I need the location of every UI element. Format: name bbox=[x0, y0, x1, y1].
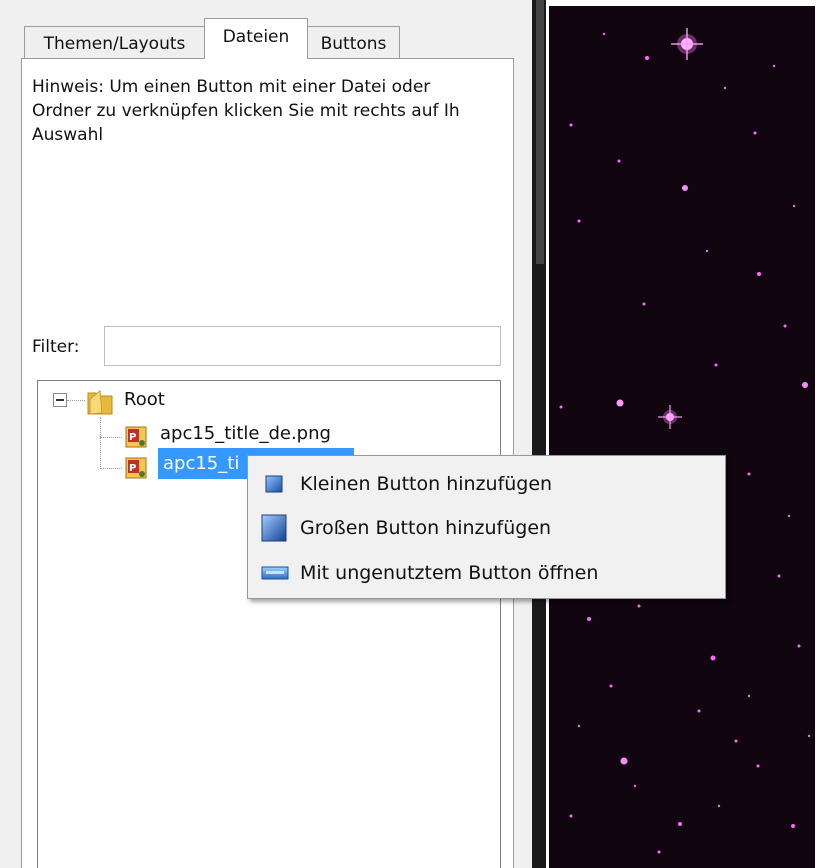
star bbox=[658, 405, 682, 429]
tab-buttons[interactable]: Buttons bbox=[307, 26, 400, 58]
menu-item-open-with-unused-button[interactable]: Mit ungenutztem Button öffnen bbox=[248, 551, 725, 593]
unused-button-icon bbox=[261, 566, 289, 580]
menu-item-add-large-button[interactable]: Großen Button hinzufügen bbox=[248, 506, 725, 548]
context-menu: Kleinen Button hinzufügen Großen Button … bbox=[247, 455, 726, 599]
preview-image bbox=[549, 6, 815, 868]
tab-themes-layouts[interactable]: Themen/Layouts bbox=[24, 26, 205, 58]
filter-label: Filter: bbox=[32, 337, 80, 357]
collapse-icon[interactable] bbox=[53, 393, 67, 407]
tree-line bbox=[100, 437, 122, 438]
filter-input[interactable] bbox=[104, 326, 501, 366]
image-file-icon: P bbox=[125, 457, 147, 479]
hint-text: Hinweis: Um einen Button mit einer Datei… bbox=[32, 77, 460, 145]
tab-files[interactable]: Dateien bbox=[204, 18, 308, 59]
star bbox=[671, 28, 703, 60]
tree-line bbox=[100, 468, 122, 469]
menu-item-label: Großen Button hinzufügen bbox=[300, 517, 552, 539]
scrollbar-thumb[interactable] bbox=[536, 0, 544, 264]
tree-item-root[interactable]: Root bbox=[124, 389, 165, 410]
tree-item-label: apc15_ti bbox=[163, 453, 240, 474]
tree-item-file[interactable]: apc15_title_de.png bbox=[160, 423, 331, 444]
starfield-graphic bbox=[559, 28, 811, 854]
small-button-icon bbox=[265, 475, 283, 493]
image-file-icon: P bbox=[125, 426, 147, 448]
tree-line bbox=[100, 417, 101, 469]
large-button-icon bbox=[261, 514, 287, 542]
menu-item-add-small-button[interactable]: Kleinen Button hinzufügen bbox=[248, 462, 725, 504]
tree-line bbox=[67, 400, 85, 401]
menu-item-label: Mit ungenutztem Button öffnen bbox=[300, 562, 599, 584]
svg-text:P: P bbox=[129, 432, 136, 443]
files-panel: Themen/Layouts Dateien Buttons Hinweis: … bbox=[0, 0, 532, 868]
menu-item-label: Kleinen Button hinzufügen bbox=[300, 473, 553, 495]
svg-text:P: P bbox=[129, 463, 136, 474]
folder-icon bbox=[87, 390, 113, 415]
